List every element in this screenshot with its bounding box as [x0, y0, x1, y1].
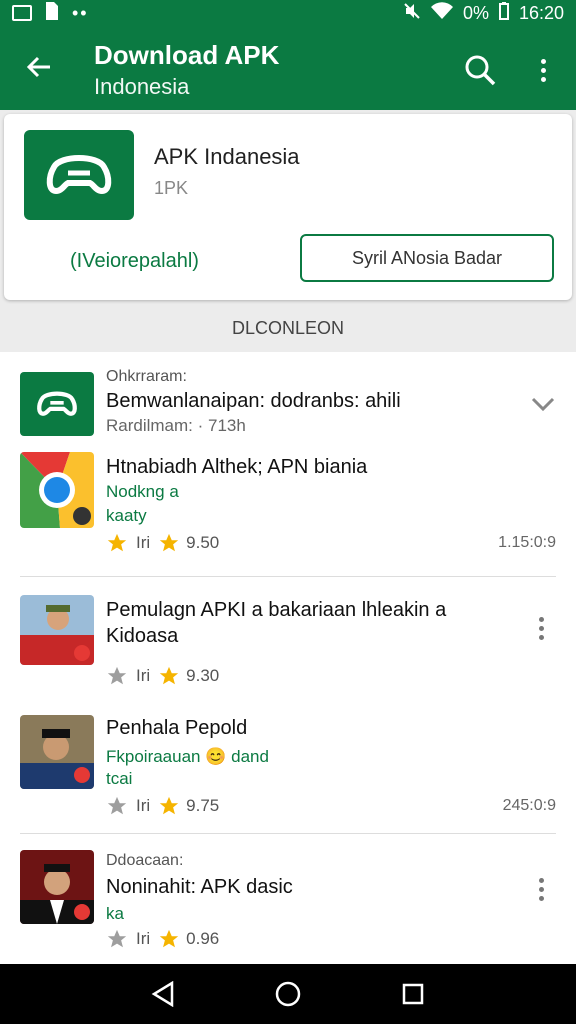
item-tag-secondary: tcai — [106, 769, 133, 788]
section-header: DLCONLEON — [231, 318, 345, 338]
item-rating: Iri 9.75 — [106, 795, 219, 817]
item-time: 1.15:0:9 — [498, 534, 556, 551]
item-thumbnail — [20, 372, 94, 436]
star-icon — [160, 533, 179, 552]
star-empty-icon — [107, 796, 127, 815]
item-title: Bemwanlanaipan: dodranbs: ahili — [106, 390, 401, 412]
star-icon — [160, 796, 179, 815]
home-circle-icon[interactable] — [268, 974, 308, 1014]
item-tag: ka — [106, 904, 124, 923]
star-icon — [160, 929, 179, 948]
page-subtitle: Indonesia — [94, 74, 190, 99]
item-tag: Nodkng a — [106, 482, 179, 501]
chevron-down-icon[interactable] — [530, 394, 556, 414]
app-size: 1PK — [154, 178, 189, 198]
app-header-card: APK Indanesia 1PK (IVeiorepalahl) Syril … — [4, 114, 572, 300]
item-title: Penhala Pepold — [106, 717, 248, 739]
item-title-line2: Kidoasa — [106, 625, 179, 647]
dots-icon: •• — [72, 2, 89, 23]
app-bar: Download APK Indonesia — [0, 26, 576, 110]
item-title: Noninahit: APK dasic — [106, 876, 293, 898]
app-name: APK Indanesia — [154, 144, 300, 169]
item-time: 245:0:9 — [502, 797, 556, 814]
more-vert-icon[interactable] — [534, 613, 548, 643]
rating-value: 9.30 — [186, 666, 220, 685]
item-title: Pemulagn APKI a bakariaan lhleakin a — [106, 599, 447, 621]
item-subtitle: Ohkrraram: — [106, 368, 187, 385]
download-list: Ohkrraram: Bemwanlanaipan: dodranbs: ahi… — [0, 352, 576, 964]
rating-label: Iri — [136, 666, 151, 685]
item-rating: Iri 0.96 — [106, 928, 219, 950]
arrow-left-icon[interactable] — [22, 50, 56, 84]
app-logo — [24, 130, 134, 220]
image-icon — [12, 5, 32, 21]
item-rating: Iri 9.50 — [106, 532, 219, 554]
item-title: Htnabiadh Althek; APN biania — [106, 456, 368, 478]
person-photo — [20, 715, 94, 789]
item-rating: Iri 9.30 — [106, 665, 219, 687]
page-title: Download APK — [94, 40, 280, 70]
primary-action-button[interactable]: Syril ANosia Badar — [300, 234, 554, 282]
rating-label: Iri — [136, 533, 151, 552]
list-item[interactable]: Penhala Pepold Fkpoiraauan 😊 dand tcai I… — [0, 697, 576, 832]
item-tag: Fkpoiraauan 😊 dand — [106, 747, 269, 766]
search-icon[interactable] — [462, 52, 498, 88]
back-triangle-icon[interactable] — [143, 974, 183, 1014]
star-empty-icon — [107, 929, 127, 948]
chrome-logo — [20, 452, 94, 528]
recents-square-icon[interactable] — [393, 974, 433, 1014]
item-tag-secondary: kaaty — [106, 506, 147, 525]
list-item[interactable]: Pemulagn APKI a bakariaan lhleakin a Kid… — [0, 577, 576, 697]
wifi-icon — [430, 1, 453, 25]
system-nav-bar — [0, 964, 576, 1024]
developer-link[interactable]: (IVeiorepalahl) — [70, 250, 199, 273]
clock: 16:20 — [518, 2, 564, 23]
rating-value: 0.96 — [186, 929, 220, 948]
list-item[interactable]: Ddoacaan: Noninahit: APK dasic ka Iri 0.… — [0, 834, 576, 964]
rating-value: 9.50 — [186, 533, 220, 552]
item-meta: Rardilmam: · 713h — [106, 416, 246, 435]
rating-label: Iri — [136, 929, 151, 948]
more-vert-icon[interactable] — [530, 52, 556, 88]
battery-icon — [498, 1, 509, 25]
rating-value: 9.75 — [186, 796, 220, 815]
more-vert-icon[interactable] — [534, 874, 548, 904]
status-bar: •• 0% 16:20 — [0, 0, 576, 26]
item-subtitle: Ddoacaan: — [106, 852, 184, 869]
star-icon — [160, 666, 179, 685]
person-photo — [20, 595, 94, 665]
list-item[interactable]: Htnabiadh Althek; APN biania Nodkng a ka… — [0, 446, 576, 576]
controller-icon — [46, 155, 112, 195]
sim-icon — [44, 1, 60, 26]
star-empty-icon — [107, 666, 127, 685]
star-icon — [107, 533, 127, 552]
list-item[interactable]: Ohkrraram: Bemwanlanaipan: dodranbs: ahi… — [0, 352, 576, 446]
mute-icon — [403, 2, 421, 25]
rating-label: Iri — [136, 796, 151, 815]
controller-icon — [37, 391, 77, 416]
battery-percent: 0% — [462, 2, 489, 23]
person-photo — [20, 850, 94, 924]
